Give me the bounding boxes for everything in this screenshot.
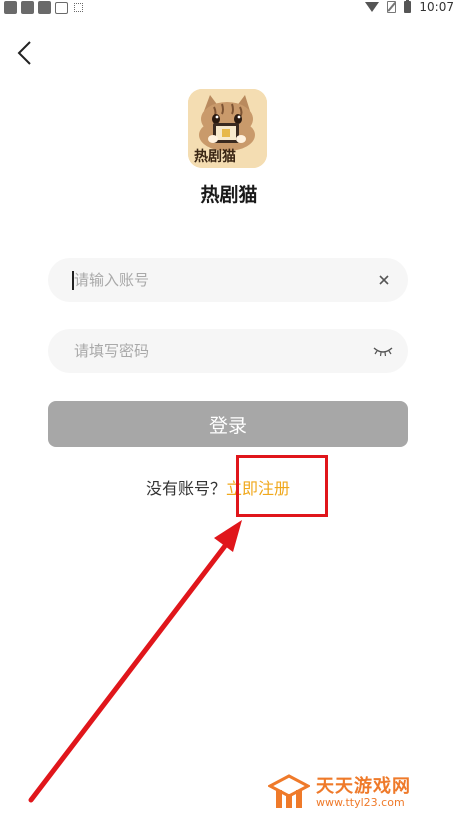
app-logo-lettering: 热剧猫 (194, 148, 236, 165)
watermark: 天天游戏网 www.ttyl23.com (268, 772, 454, 814)
back-button[interactable] (14, 40, 38, 66)
password-field[interactable] (48, 329, 408, 373)
notification-icon (38, 1, 51, 14)
text-caret (72, 271, 74, 290)
register-prompt: 没有账号？ (146, 479, 227, 498)
watermark-logo-icon (268, 774, 310, 808)
account-field[interactable] (48, 258, 408, 302)
eye-closed-icon[interactable] (372, 343, 394, 359)
no-sim-icon (387, 1, 397, 13)
notification-icon (21, 1, 34, 14)
login-button[interactable]: 登录 (48, 401, 408, 447)
clear-icon[interactable] (376, 272, 392, 288)
annotation-highlight-box (236, 455, 328, 517)
account-input[interactable] (74, 258, 364, 302)
cat-mascot-icon: 热剧猫 (188, 89, 267, 168)
status-time: 10:07 (419, 0, 454, 14)
chevron-left-icon (17, 41, 31, 65)
status-bar: 10:07 (0, 0, 458, 16)
battery-icon (404, 0, 412, 13)
password-input[interactable] (74, 329, 364, 373)
app-logo: 热剧猫 (188, 89, 267, 168)
mail-icon (55, 1, 68, 14)
watermark-url: www.ttyl23.com (316, 796, 405, 809)
notification-icons (4, 1, 83, 14)
notification-icon (4, 1, 17, 14)
watermark-title: 天天游戏网 (316, 776, 411, 797)
qr-icon (74, 3, 83, 12)
app-title: 热剧猫 (200, 184, 258, 206)
wifi-icon (365, 2, 380, 12)
